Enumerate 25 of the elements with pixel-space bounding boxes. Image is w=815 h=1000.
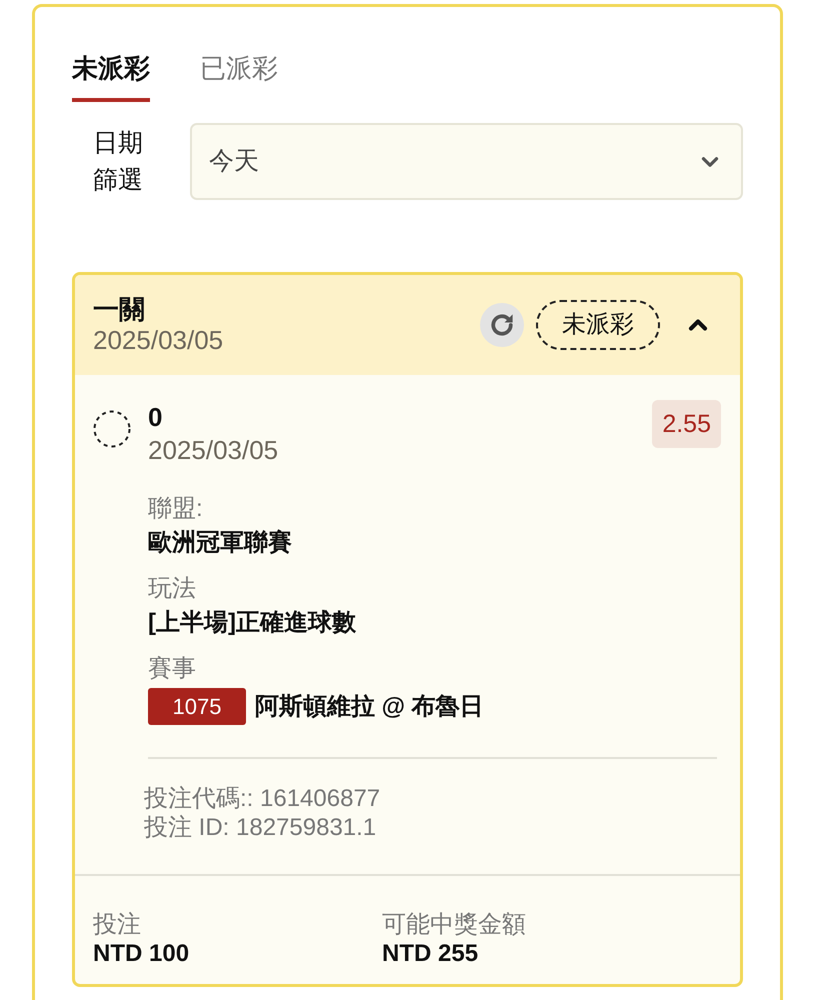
dashed-circle-icon — [93, 410, 131, 448]
match-code-badge: 1075 — [148, 688, 246, 725]
bet-date: 2025/03/05 — [93, 325, 224, 356]
tab[interactable]: 未派彩 — [72, 51, 150, 102]
detail-value: [上半場]正確進球數 — [148, 608, 357, 638]
refresh-button[interactable] — [480, 303, 524, 347]
summary-label: 投注 — [93, 910, 142, 940]
detail-label: 賽事 — [148, 654, 197, 684]
selection-date: 2025/03/05 — [148, 434, 278, 466]
detail-value: 歐洲冠軍聯賽 — [148, 528, 293, 558]
filter-label: 日期篩選 — [93, 128, 144, 196]
detail-label: 玩法 — [148, 574, 197, 604]
bet-code: 投注代碼:: 161406877 — [144, 784, 382, 813]
date-select[interactable]: 今天 — [190, 123, 743, 200]
match-teams: 阿斯頓維拉 @ 布魯日 — [255, 692, 484, 722]
summary-value: NTD 100 — [93, 940, 190, 968]
bet-type: 一關 — [93, 294, 146, 325]
status-badge: 未派彩 — [536, 300, 660, 350]
summary-value: NTD 255 — [382, 940, 480, 968]
odds-badge: 2.55 — [652, 400, 721, 448]
summary-label: 可能中獎金額 — [382, 910, 526, 940]
tab[interactable]: 已派彩 — [200, 51, 278, 102]
selection-name: 0 — [148, 401, 164, 434]
detail-label: 聯盟: — [148, 494, 204, 524]
bet-code: 投注 ID: 182759831.1 — [144, 813, 378, 842]
